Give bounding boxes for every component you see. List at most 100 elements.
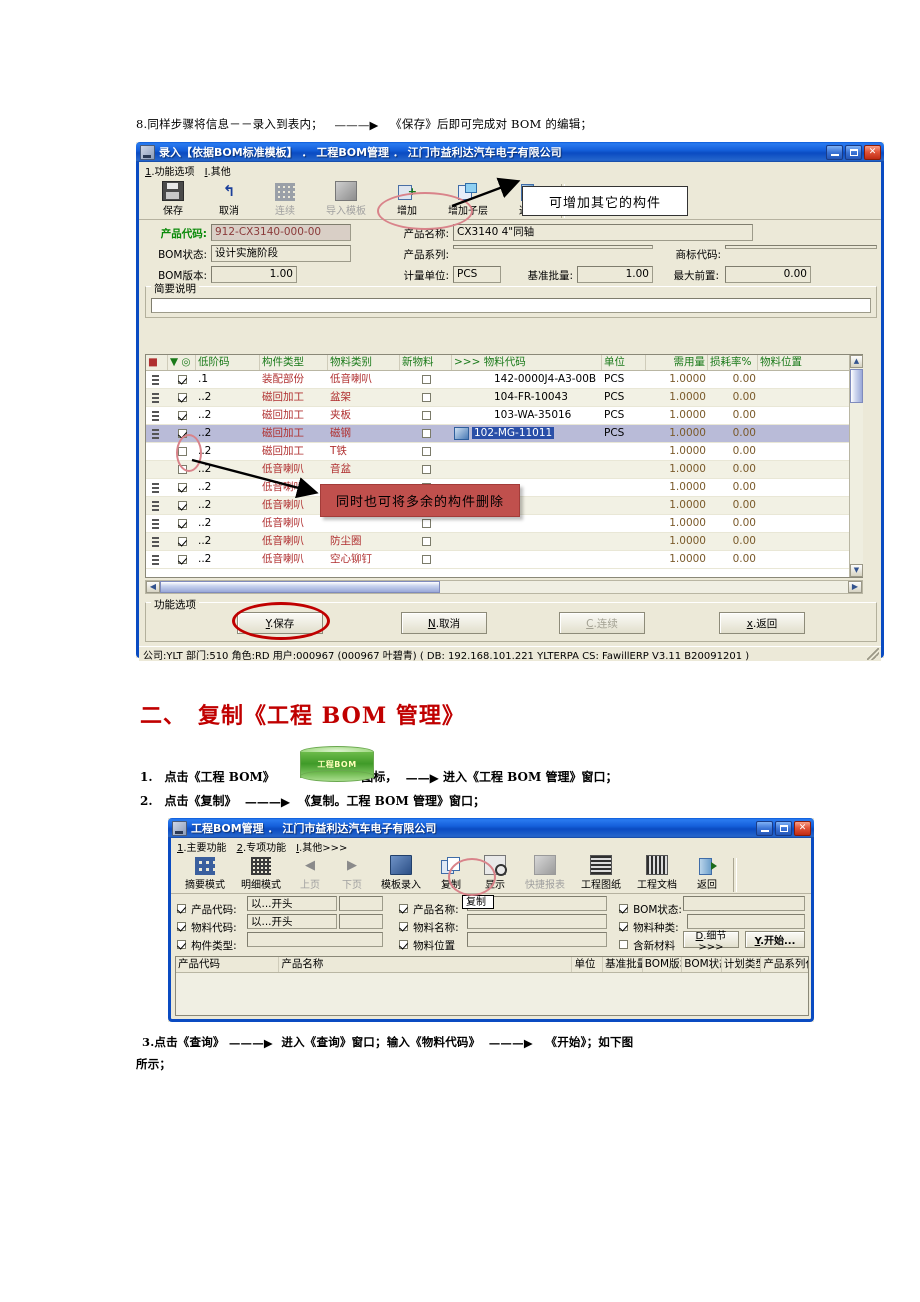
table-row[interactable]: ..2 低音喇叭 空心铆钉 1.0000 0.00 [146,551,862,569]
row-tree-cell[interactable] [146,551,168,568]
row-check-cell[interactable] [168,515,196,532]
filter-material-code-input[interactable]: 以...开头 [247,914,337,929]
scroll-down-button[interactable]: ▼ [850,564,863,577]
row-matcode-cell[interactable]: 142-0000J4-A3-00B [452,371,602,388]
row-tree-cell[interactable] [146,389,168,406]
table-row[interactable]: ..2 磁回加工 磁钢 102-MG-11011 PCS 1.0000 0.00 [146,425,862,443]
window2-menubar[interactable]: 1.主要功能 2.专项功能 I.其他>>> [171,838,811,854]
row-tree-cell[interactable] [146,497,168,514]
filter-material-code[interactable]: 物料代码: [177,916,237,935]
base-lot-input[interactable]: 1.00 [577,266,653,283]
row-tree-cell[interactable] [146,425,168,442]
menu-other[interactable]: I.其他>>> [296,839,347,854]
bom-grid[interactable]: ■ ▼ ◎ 低阶码 构件类型 物料类别 新物料 >>> 物料代码 单位 需用量 … [145,354,863,578]
detail-button[interactable]: D.细节>>> [683,931,739,953]
results-col-bom-status[interactable]: BOM状态 [682,957,722,972]
table-row[interactable]: ..2 磁回加工 夹板 103-WA-35016 PCS 1.0000 0.00 [146,407,862,425]
results-col-product-code[interactable]: 产品代码 [176,957,280,972]
window2-titlebar[interactable]: 工程BOM管理 ． 江门市益利达汽车电子有限公司 ✕ [168,818,814,838]
filter-bom-status[interactable]: BOM状态: [619,898,682,917]
row-matcode-cell[interactable] [452,515,602,532]
row-newmat-cell[interactable] [400,371,452,388]
window1-menubar[interactable]: 1.功能选项 I.其他 [139,162,881,178]
results-grid[interactable]: 产品代码 产品名称 单位 基准批量 BOM版本 BOM状态 计划类型 产品系列代 [175,956,809,1016]
row-check-cell[interactable] [168,551,196,568]
row-newmat-cell[interactable] [400,425,452,442]
scroll-up-button[interactable]: ▲ [850,355,863,368]
bom-status-input[interactable]: 设计实施阶段 [211,245,351,262]
row-tree-cell[interactable] [146,461,168,478]
menu-other[interactable]: I.其他 [205,163,231,178]
filter-product-code[interactable]: 产品代码: [177,898,237,917]
toolbar-cancel[interactable]: ↰ 取消 [201,183,257,218]
results-col-product-name[interactable]: 产品名称 [279,957,573,972]
bom-cylinder-icon[interactable]: 工程BOM [300,746,374,784]
scroll-right-button[interactable]: ▶ [848,581,862,593]
table-row[interactable]: ..2 低音喇叭 音盆 1.0000 0.00 [146,461,862,479]
results-col-bom-version[interactable]: BOM版本 [643,957,683,972]
row-check-cell[interactable] [168,533,196,550]
results-col-product-series[interactable]: 产品系列代 [761,957,808,972]
toolbar-drawing[interactable]: 工程图纸 [573,855,629,892]
filter-product-code-input[interactable]: 以...开头 [247,896,337,911]
brief-description-input[interactable] [151,298,871,313]
row-newmat-cell[interactable] [400,515,452,532]
row-matcode-cell[interactable]: 104-FR-10043 [452,389,602,406]
window1-toolbar[interactable]: 保存 ↰ 取消 连续 导入模板 + 增加 增加子层 [139,178,881,220]
table-row[interactable]: ..2 磁回加工 T铁 1.0000 0.00 [146,443,862,461]
minimize-button[interactable] [756,820,773,836]
menu-special-functions[interactable]: 2.专项功能 [237,839,287,854]
row-tree-cell[interactable] [146,443,168,460]
grid-col-matclass[interactable]: 物料类别 [328,355,400,370]
row-newmat-cell[interactable] [400,551,452,568]
product-name-input[interactable]: CX3140 4"同轴 [453,224,753,241]
toolbar-summary-mode[interactable]: 摘要模式 [177,857,233,892]
row-tree-cell[interactable] [146,407,168,424]
filter-material-code-checkbox[interactable] [177,922,186,931]
filter-material-name[interactable]: 物料名称: [399,916,459,935]
row-check-cell[interactable] [168,497,196,514]
row-tree-cell[interactable] [146,371,168,388]
window2-controls[interactable]: ✕ [756,820,812,836]
filter-bom-status-input[interactable] [683,896,805,911]
window1-controls[interactable]: ✕ [826,144,882,160]
filter-include-new-material[interactable]: 含新材料 [619,934,675,953]
grid-col-newmat[interactable]: 新物料 [400,355,452,370]
product-code-input[interactable]: 912-CX3140-000-00 [211,224,351,241]
scroll-left-button[interactable]: ◀ [146,581,160,593]
table-row[interactable]: ..2 低音喇叭 防尘圈 1.0000 0.00 [146,533,862,551]
filter-bom-status-checkbox[interactable] [619,904,628,913]
results-col-plan-type[interactable]: 计划类型 [722,957,762,972]
row-matcode-cell[interactable] [452,533,602,550]
filter-product-code-input2[interactable] [339,896,383,911]
minimize-button[interactable] [826,144,843,160]
filter-component-type[interactable]: 构件类型: [177,934,237,953]
maximize-button[interactable] [845,144,862,160]
grid-col-loss[interactable]: 损耗率% [708,355,758,370]
row-matcode-cell[interactable] [452,461,602,478]
unit-input[interactable]: PCS [453,266,501,283]
back-button[interactable]: x.返回 [719,612,805,634]
hscroll-thumb[interactable] [160,581,440,593]
brand-code-input[interactable] [725,245,877,249]
resize-grip[interactable] [867,648,879,660]
results-col-unit[interactable]: 单位 [572,957,604,972]
grid-col-matcode[interactable]: >>> 物料代码 [452,355,602,370]
filter-material-kind[interactable]: 物料种类: [619,916,679,935]
close-button[interactable]: ✕ [864,144,881,160]
maximize-button[interactable] [775,820,792,836]
bom-grid-body[interactable]: .1 装配部份 低音喇叭 142-0000J4-A3-00B PCS 1.0000 0.00… [146,371,862,569]
toolbar-document[interactable]: 工程文档 [629,855,685,892]
row-newmat-cell[interactable] [400,407,452,424]
filter-product-code-checkbox[interactable] [177,904,186,913]
cancel-button[interactable]: N.取消 [401,612,487,634]
grid-col-lowcode[interactable]: 低阶码 [196,355,260,370]
row-matcode-cell[interactable]: 103-WA-35016 [452,407,602,424]
bom-version-input[interactable]: 1.00 [211,266,297,283]
table-row[interactable]: ..2 磁回加工 盆架 104-FR-10043 PCS 1.0000 0.00 [146,389,862,407]
close-button[interactable]: ✕ [794,820,811,836]
row-newmat-cell[interactable] [400,443,452,460]
product-series-input[interactable] [453,245,653,249]
table-row[interactable]: .1 装配部份 低音喇叭 142-0000J4-A3-00B PCS 1.0000 0.00 [146,371,862,389]
toolbar-detail-mode[interactable]: 明细模式 [233,857,289,892]
